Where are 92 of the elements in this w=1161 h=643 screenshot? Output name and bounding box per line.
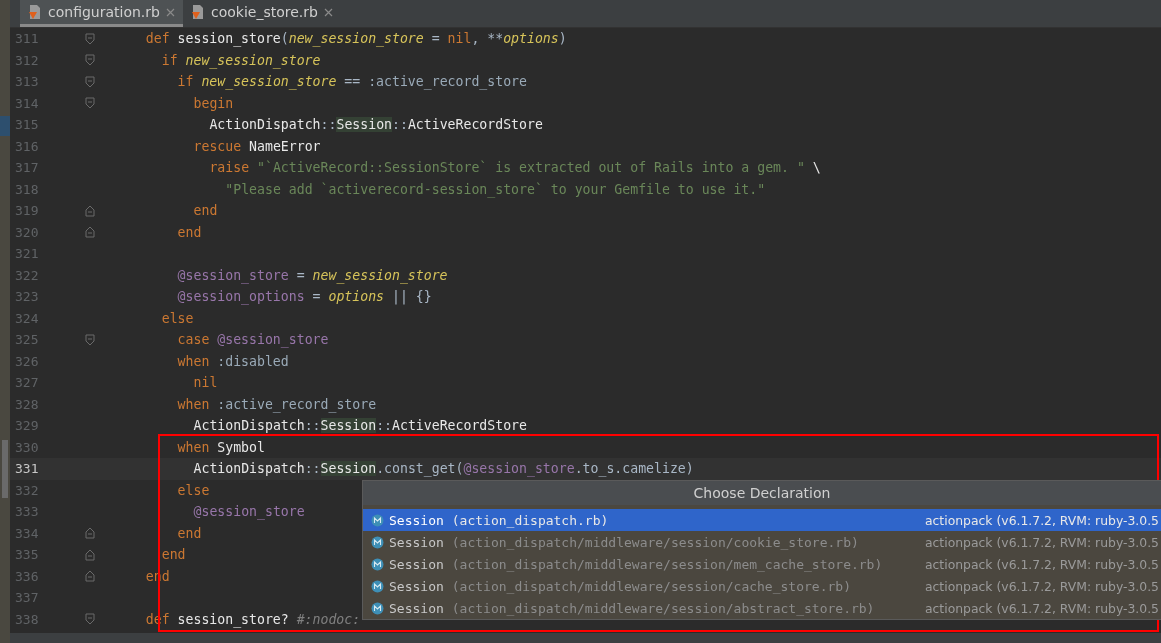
line-number: 322 [14, 267, 40, 283]
code-line: ActionDispatch::Session.const_get(@session_store.to_s.camelize) [193, 461, 694, 477]
fold-icon[interactable] [84, 32, 95, 45]
declaration-item[interactable]: Session (action_dispatch.rb) actionpack (v6.1.7.2, RVM: ruby-3.0.5 [363, 509, 1161, 531]
line-number: 325 [14, 332, 40, 348]
item-name: Session [389, 534, 444, 550]
fold-icon[interactable] [84, 75, 95, 88]
code-line: @session_options = options || {} [177, 289, 432, 305]
fold-icon[interactable] [84, 97, 95, 110]
code-line: end [161, 547, 186, 563]
code-line: nil [193, 375, 218, 391]
code-line: end [193, 203, 218, 219]
line-number: 324 [14, 310, 40, 326]
fold-icon[interactable] [84, 204, 95, 217]
line-number: 333 [14, 504, 40, 520]
file-tab[interactable]: configuration.rb [20, 0, 183, 27]
fold-icon[interactable] [84, 333, 95, 346]
code-line: @session_store = new_session_store [177, 267, 448, 283]
line-number: 317 [14, 160, 40, 176]
code-line: end [177, 525, 202, 541]
code-line: if new_session_store [161, 52, 321, 68]
item-source: actionpack (v6.1.7.2, RVM: ruby-3.0.5 [924, 600, 1160, 616]
line-number: 320 [14, 224, 40, 240]
line-number: 321 [14, 246, 40, 262]
code-line: ActionDispatch::Session::ActiveRecordStore [193, 418, 527, 434]
line-number: 312 [14, 52, 40, 68]
code-line: def session_store(new_session_store = nil, **options) [145, 31, 567, 47]
close-icon[interactable] [323, 7, 333, 17]
module-icon [371, 557, 384, 571]
item-name: Session [389, 556, 444, 572]
line-number: 334 [14, 525, 40, 541]
code-line: ActionDispatch::Session::ActiveRecordStore [209, 117, 543, 133]
item-path: (action_dispatch/middleware/session/cache_store.rb) [451, 578, 852, 594]
item-path: (action_dispatch.rb) [451, 512, 610, 528]
line-number: 319 [14, 203, 40, 219]
code-line: case @session_store [177, 332, 329, 348]
code-line: rescue NameError [193, 138, 321, 154]
fold-icon[interactable] [84, 570, 95, 583]
line-number: 331 [14, 461, 40, 477]
line-number: 337 [14, 590, 40, 606]
line-number: 338 [14, 611, 40, 627]
item-path: (action_dispatch/middleware/session/abstract_store.rb) [451, 600, 876, 616]
line-number: 328 [14, 396, 40, 412]
item-path: (action_dispatch/middleware/session/mem_cache_store.rb) [451, 556, 884, 572]
item-source: actionpack (v6.1.7.2, RVM: ruby-3.0.5 [924, 556, 1160, 572]
line-number: 318 [14, 181, 40, 197]
item-path: (action_dispatch/middleware/session/cookie_store.rb) [451, 534, 860, 550]
tab-label: cookie_store.rb [210, 4, 318, 20]
ruby-file-icon [28, 4, 42, 20]
fold-icon[interactable] [84, 548, 95, 561]
line-number: 329 [14, 418, 40, 434]
popup-title: Choose Declaration [363, 481, 1161, 505]
fold-icon[interactable] [84, 54, 95, 67]
item-name: Session [389, 600, 444, 616]
item-source: actionpack (v6.1.7.2, RVM: ruby-3.0.5 [924, 534, 1160, 550]
line-number: 316 [14, 138, 40, 154]
tab-label: configuration.rb [48, 4, 160, 20]
code-line: "Please add `activerecord-session_store` to your Gemfile to use it." [225, 181, 766, 197]
line-number: 327 [14, 375, 40, 391]
line-number: 332 [14, 482, 40, 498]
code-line: when Symbol [177, 439, 265, 455]
line-number: 323 [14, 289, 40, 305]
fold-icon[interactable] [84, 226, 95, 239]
code-line: raise "`ActiveRecord::SessionStore` is extracted out of Rails into a gem. " \ [209, 160, 821, 176]
item-source: actionpack (v6.1.7.2, RVM: ruby-3.0.5 [924, 578, 1160, 594]
code-line: begin [193, 95, 234, 111]
code-line: if new_session_store == :active_record_store [177, 74, 527, 90]
module-icon [371, 535, 384, 549]
line-number: 315 [14, 117, 40, 133]
fold-icon[interactable] [84, 527, 95, 540]
line-number: 313 [14, 74, 40, 90]
ruby-file-icon [190, 4, 205, 20]
line-number: 336 [14, 568, 40, 584]
close-icon[interactable] [165, 7, 175, 17]
line-number: 330 [14, 439, 40, 455]
line-number: 335 [14, 547, 40, 563]
item-source: actionpack (v6.1.7.2, RVM: ruby-3.0.5 [924, 512, 1160, 528]
code-line: else [177, 482, 210, 498]
fold-icon[interactable] [84, 613, 95, 626]
module-icon [371, 601, 384, 615]
code-line: end [177, 224, 202, 240]
code-line: when :disabled [177, 353, 289, 369]
line-number: 326 [14, 353, 40, 369]
item-name: Session [389, 578, 444, 594]
line-number: 314 [14, 95, 40, 111]
line-number: 311 [14, 31, 40, 47]
code-line: @session_store [193, 504, 305, 520]
code-line: else [161, 310, 194, 326]
module-icon [371, 579, 384, 593]
item-name: Session [389, 512, 444, 528]
code-line: when :active_record_store [177, 396, 377, 412]
module-icon [371, 513, 384, 527]
